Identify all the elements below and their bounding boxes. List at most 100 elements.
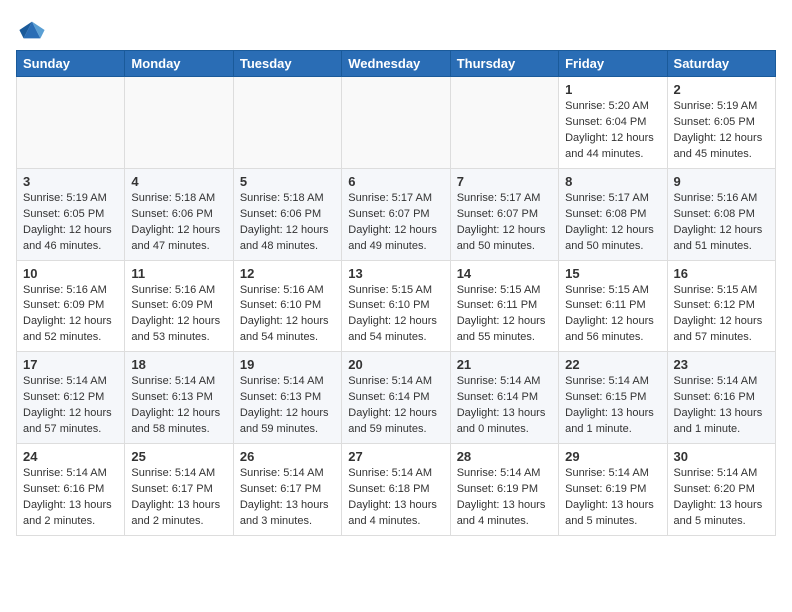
calendar-header-wednesday: Wednesday — [342, 51, 450, 77]
day-info: Sunrise: 5:15 AM Sunset: 6:10 PM Dayligh… — [348, 283, 443, 347]
day-info: Sunrise: 5:16 AM Sunset: 6:09 PM Dayligh… — [131, 283, 226, 347]
calendar-header-row: SundayMondayTuesdayWednesdayThursdayFrid… — [17, 51, 776, 77]
calendar-cell — [342, 77, 450, 169]
calendar-cell: 3 Sunrise: 5:19 AM Sunset: 6:05 PM Daylig… — [17, 168, 125, 260]
calendar-header-monday: Monday — [125, 51, 233, 77]
day-info: Sunrise: 5:16 AM Sunset: 6:08 PM Dayligh… — [674, 191, 769, 255]
day-info: Sunrise: 5:14 AM Sunset: 6:13 PM Dayligh… — [131, 374, 226, 438]
day-number: 28 — [457, 449, 552, 464]
logo — [16, 16, 50, 44]
calendar-week-row: 1 Sunrise: 5:20 AM Sunset: 6:04 PM Daylig… — [17, 77, 776, 169]
day-info: Sunrise: 5:14 AM Sunset: 6:19 PM Dayligh… — [565, 466, 660, 530]
calendar-week-row: 3 Sunrise: 5:19 AM Sunset: 6:05 PM Daylig… — [17, 168, 776, 260]
day-info: Sunrise: 5:14 AM Sunset: 6:12 PM Dayligh… — [23, 374, 118, 438]
calendar-cell: 27Sunrise: 5:14 AM Sunset: 6:18 PM Dayli… — [342, 444, 450, 536]
calendar-cell: 14 Sunrise: 5:15 AM Sunset: 6:11 PM Dayli… — [450, 260, 558, 352]
day-number: 22 — [565, 357, 660, 372]
calendar-header-saturday: Saturday — [667, 51, 775, 77]
day-number: 20 — [348, 357, 443, 372]
day-info: Sunrise: 5:14 AM Sunset: 6:13 PM Dayligh… — [240, 374, 335, 438]
day-number: 16 — [674, 266, 769, 281]
day-info: Sunrise: 5:14 AM Sunset: 6:17 PM Dayligh… — [131, 466, 226, 530]
day-number: 24 — [23, 449, 118, 464]
day-number: 3 — [23, 174, 118, 189]
calendar-cell: 30 Sunrise: 5:14 AM Sunset: 6:20 PM Dayli… — [667, 444, 775, 536]
day-number: 6 — [348, 174, 443, 189]
calendar-cell: 18Sunrise: 5:14 AM Sunset: 6:13 PM Dayli… — [125, 352, 233, 444]
day-number: 13 — [348, 266, 443, 281]
day-number: 17 — [23, 357, 118, 372]
calendar-cell: 6 Sunrise: 5:17 AM Sunset: 6:07 PM Daylig… — [342, 168, 450, 260]
calendar-cell: 8 Sunrise: 5:17 AM Sunset: 6:08 PM Daylig… — [559, 168, 667, 260]
calendar-cell: 22 Sunrise: 5:14 AM Sunset: 6:15 PM Dayli… — [559, 352, 667, 444]
calendar-cell: 4 Sunrise: 5:18 AM Sunset: 6:06 PM Daylig… — [125, 168, 233, 260]
day-number: 27 — [348, 449, 443, 464]
calendar-cell: 21Sunrise: 5:14 AM Sunset: 6:14 PM Dayli… — [450, 352, 558, 444]
calendar-cell — [17, 77, 125, 169]
calendar-cell — [233, 77, 341, 169]
day-info: Sunrise: 5:14 AM Sunset: 6:19 PM Dayligh… — [457, 466, 552, 530]
day-number: 26 — [240, 449, 335, 464]
calendar-cell: 11 Sunrise: 5:16 AM Sunset: 6:09 PM Dayli… — [125, 260, 233, 352]
day-info: Sunrise: 5:18 AM Sunset: 6:06 PM Dayligh… — [240, 191, 335, 255]
day-number: 14 — [457, 266, 552, 281]
calendar-cell: 9 Sunrise: 5:16 AM Sunset: 6:08 PM Daylig… — [667, 168, 775, 260]
calendar-cell: 15 Sunrise: 5:15 AM Sunset: 6:11 PM Dayli… — [559, 260, 667, 352]
calendar-week-row: 24Sunrise: 5:14 AM Sunset: 6:16 PM Dayli… — [17, 444, 776, 536]
day-info: Sunrise: 5:14 AM Sunset: 6:17 PM Dayligh… — [240, 466, 335, 530]
day-number: 9 — [674, 174, 769, 189]
day-info: Sunrise: 5:20 AM Sunset: 6:04 PM Dayligh… — [565, 99, 660, 163]
calendar-cell: 2Sunrise: 5:19 AM Sunset: 6:05 PM Daylig… — [667, 77, 775, 169]
day-number: 29 — [565, 449, 660, 464]
day-number: 30 — [674, 449, 769, 464]
day-info: Sunrise: 5:16 AM Sunset: 6:09 PM Dayligh… — [23, 283, 118, 347]
day-number: 25 — [131, 449, 226, 464]
day-number: 1 — [565, 82, 660, 97]
calendar-cell — [450, 77, 558, 169]
calendar-cell: 17 Sunrise: 5:14 AM Sunset: 6:12 PM Dayli… — [17, 352, 125, 444]
day-info: Sunrise: 5:17 AM Sunset: 6:07 PM Dayligh… — [348, 191, 443, 255]
calendar-cell: 10 Sunrise: 5:16 AM Sunset: 6:09 PM Dayli… — [17, 260, 125, 352]
day-info: Sunrise: 5:14 AM Sunset: 6:20 PM Dayligh… — [674, 466, 769, 530]
calendar-cell: 29 Sunrise: 5:14 AM Sunset: 6:19 PM Dayli… — [559, 444, 667, 536]
calendar-cell: 20 Sunrise: 5:14 AM Sunset: 6:14 PM Dayli… — [342, 352, 450, 444]
day-info: Sunrise: 5:14 AM Sunset: 6:14 PM Dayligh… — [348, 374, 443, 438]
day-number: 15 — [565, 266, 660, 281]
day-info: Sunrise: 5:15 AM Sunset: 6:12 PM Dayligh… — [674, 283, 769, 347]
calendar-week-row: 10 Sunrise: 5:16 AM Sunset: 6:09 PM Dayli… — [17, 260, 776, 352]
day-number: 11 — [131, 266, 226, 281]
day-info: Sunrise: 5:17 AM Sunset: 6:08 PM Dayligh… — [565, 191, 660, 255]
day-number: 23 — [674, 357, 769, 372]
calendar-header-sunday: Sunday — [17, 51, 125, 77]
logo-icon — [18, 16, 46, 44]
calendar-cell: 23 Sunrise: 5:14 AM Sunset: 6:16 PM Dayli… — [667, 352, 775, 444]
calendar-cell: 19Sunrise: 5:14 AM Sunset: 6:13 PM Dayli… — [233, 352, 341, 444]
calendar-cell: 7Sunrise: 5:17 AM Sunset: 6:07 PM Daylig… — [450, 168, 558, 260]
calendar-cell: 26 Sunrise: 5:14 AM Sunset: 6:17 PM Dayli… — [233, 444, 341, 536]
calendar-cell: 1 Sunrise: 5:20 AM Sunset: 6:04 PM Daylig… — [559, 77, 667, 169]
calendar-cell: 5Sunrise: 5:18 AM Sunset: 6:06 PM Daylig… — [233, 168, 341, 260]
day-info: Sunrise: 5:18 AM Sunset: 6:06 PM Dayligh… — [131, 191, 226, 255]
calendar-cell: 16 Sunrise: 5:15 AM Sunset: 6:12 PM Dayli… — [667, 260, 775, 352]
calendar-table: SundayMondayTuesdayWednesdayThursdayFrid… — [16, 50, 776, 536]
calendar-cell: 13 Sunrise: 5:15 AM Sunset: 6:10 PM Dayli… — [342, 260, 450, 352]
calendar-cell — [125, 77, 233, 169]
day-info: Sunrise: 5:15 AM Sunset: 6:11 PM Dayligh… — [457, 283, 552, 347]
day-number: 12 — [240, 266, 335, 281]
calendar-header-friday: Friday — [559, 51, 667, 77]
day-info: Sunrise: 5:14 AM Sunset: 6:14 PM Dayligh… — [457, 374, 552, 438]
calendar-header-tuesday: Tuesday — [233, 51, 341, 77]
page-header — [16, 16, 776, 44]
day-info: Sunrise: 5:14 AM Sunset: 6:15 PM Dayligh… — [565, 374, 660, 438]
day-info: Sunrise: 5:19 AM Sunset: 6:05 PM Dayligh… — [23, 191, 118, 255]
day-info: Sunrise: 5:15 AM Sunset: 6:11 PM Dayligh… — [565, 283, 660, 347]
day-number: 10 — [23, 266, 118, 281]
day-number: 8 — [565, 174, 660, 189]
day-info: Sunrise: 5:16 AM Sunset: 6:10 PM Dayligh… — [240, 283, 335, 347]
calendar-week-row: 17 Sunrise: 5:14 AM Sunset: 6:12 PM Dayli… — [17, 352, 776, 444]
day-number: 7 — [457, 174, 552, 189]
day-info: Sunrise: 5:14 AM Sunset: 6:16 PM Dayligh… — [674, 374, 769, 438]
day-info: Sunrise: 5:19 AM Sunset: 6:05 PM Dayligh… — [674, 99, 769, 163]
calendar-cell: 25 Sunrise: 5:14 AM Sunset: 6:17 PM Dayli… — [125, 444, 233, 536]
day-number: 4 — [131, 174, 226, 189]
